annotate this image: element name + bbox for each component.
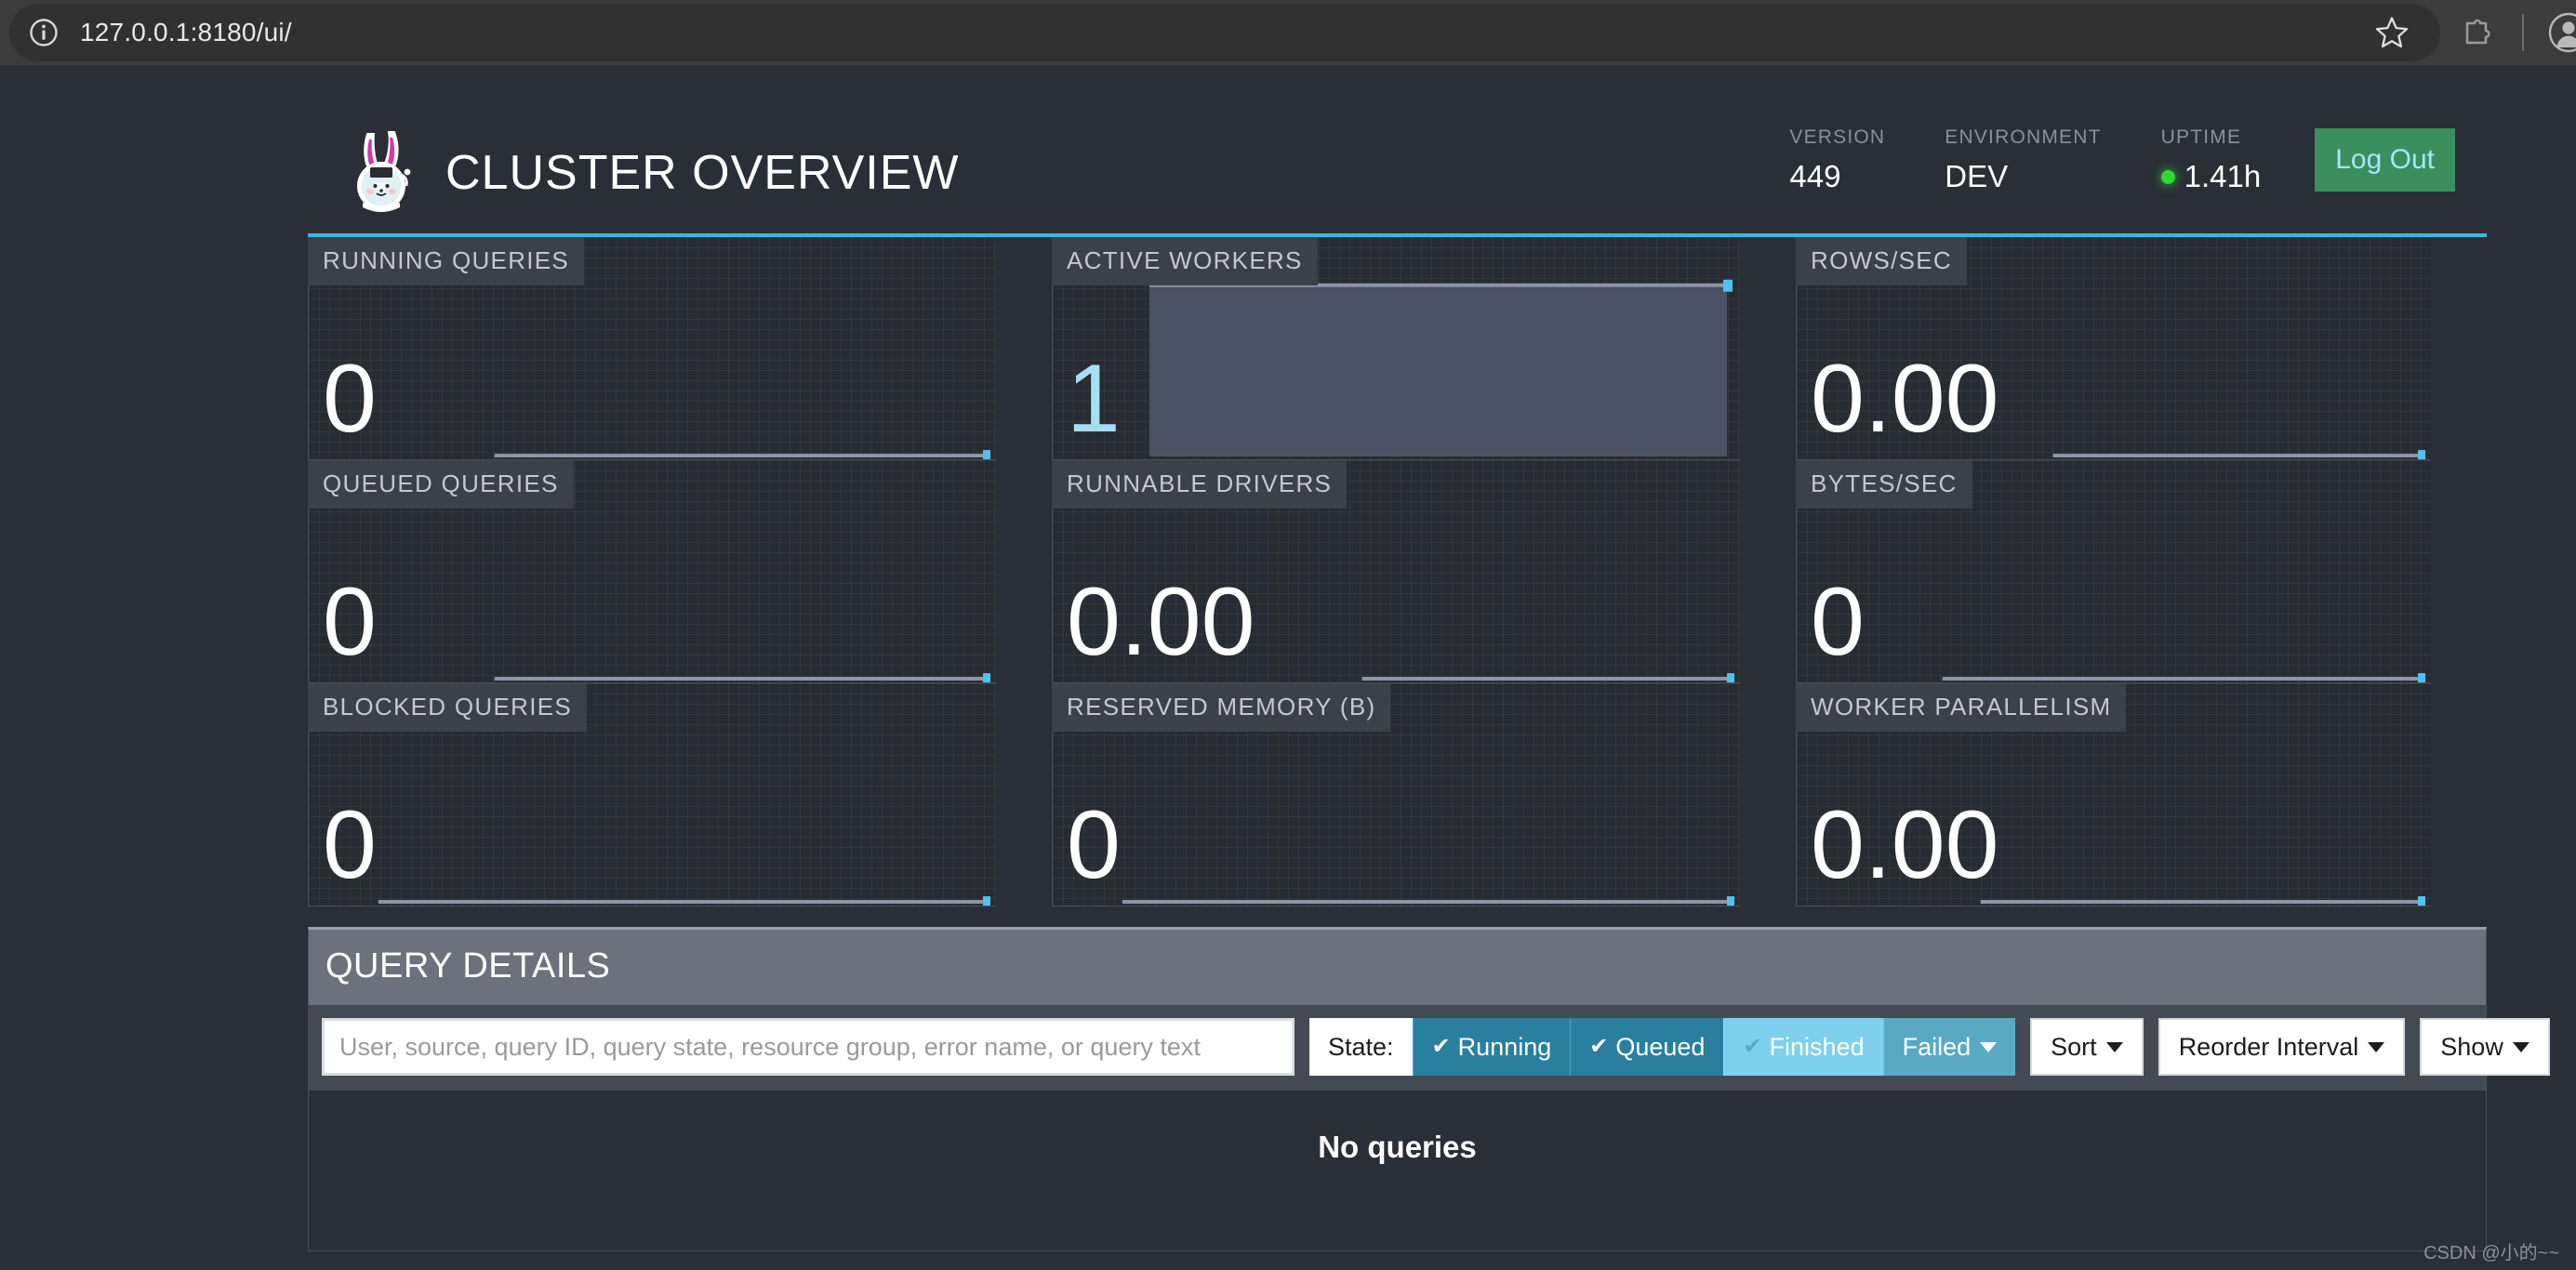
watermark: CSDN @小的~~ [2423,1237,2559,1264]
reorder-interval-dropdown[interactable]: Reorder Interval [2158,1018,2406,1076]
stat-card-title: ACTIVE WORKERS [1052,237,1318,285]
state-filter-queued[interactable]: ✔ Queued [1570,1018,1723,1076]
chrome-toolbar-right [2437,0,2576,65]
show-dropdown[interactable]: Show [2420,1018,2550,1076]
stat-card-title: RUNNING QUERIES [308,237,584,285]
stat-card-value: 1 [1067,351,1121,447]
chevron-down-icon [2368,1042,2384,1052]
stat-card-rows-per-sec: ROWS/SEC 0.00 [1796,237,2487,460]
check-icon: ✔ [1432,1018,1451,1076]
header-stat-value: DEV [1945,159,2101,194]
state-filter-label: State: [1309,1018,1413,1076]
stat-card-title: RESERVED MEMORY (B) [1052,683,1390,732]
uptime-text: 1.41h [2184,159,2262,194]
query-list-body: No queries [309,1091,2486,1250]
chevron-down-icon [2513,1042,2530,1052]
stat-card-value: 0 [1067,797,1121,893]
stat-card-value: 0.00 [1067,574,1255,670]
page-title: CLUSTER OVERVIEW [445,145,959,201]
stat-card-worker-parallelism: WORKER PARALLELISM 0.00 [1796,683,2487,906]
stat-card-title: BYTES/SEC [1796,460,1972,509]
search-input[interactable] [322,1018,1295,1076]
cluster-header: CLUSTER OVERVIEW VERSION 449 ENVIRONMENT… [308,65,2487,237]
stat-card-runnable-drivers: RUNNABLE DRIVERS 0.00 [1052,460,1796,683]
stat-card-title: BLOCKED QUERIES [308,683,587,732]
query-details-title: QUERY DETAILS [325,946,2469,986]
header-stat-environment: ENVIRONMENT DEV [1945,126,2101,194]
state-filter-finished[interactable]: ✔ Finished [1723,1018,1882,1076]
trino-bunny-astronaut-logo [346,128,417,218]
state-filter-failed-label: Failed [1903,1018,1972,1076]
page-body: CLUSTER OVERVIEW VERSION 449 ENVIRONMENT… [0,65,2576,1270]
stat-card-reserved-memory: RESERVED MEMORY (B) 0 [1052,683,1796,906]
query-details-panel: QUERY DETAILS State: ✔ Running ✔ Queued … [308,927,2487,1251]
stat-card-running-queries: RUNNING QUERIES 0 [308,237,1052,460]
header-stat-label: VERSION [1789,126,1885,149]
profile-avatar[interactable] [2548,12,2576,53]
bookmark-star-icon[interactable] [2373,14,2410,51]
stat-card-value: 0 [323,797,377,893]
stat-card-queued-queries: QUEUED QUERIES 0 [308,460,1052,683]
header-stat-value: 449 [1789,159,1885,194]
stat-card-value: 0 [1811,574,1865,670]
sort-dropdown-label: Sort [2051,1018,2097,1076]
state-filter-group: State: ✔ Running ✔ Queued ✔ Finished Fa [1309,1018,2015,1076]
stat-card-value: 0 [323,574,377,670]
state-filter-queued-label: Queued [1615,1018,1705,1076]
stat-card-blocked-queries: BLOCKED QUERIES 0 [308,683,1052,906]
status-online-dot-icon [2161,170,2175,184]
state-filter-failed[interactable]: Failed [1883,1018,2016,1076]
header-stat-version: VERSION 449 [1789,126,1885,194]
stat-card-value: 0.00 [1811,351,1998,447]
stat-card-title: ROWS/SEC [1796,237,1967,285]
stat-card-title: WORKER PARALLELISM [1796,683,2126,732]
state-filter-running-label: Running [1458,1018,1552,1076]
stat-card-title: QUEUED QUERIES [308,460,574,509]
stat-card-title: RUNNABLE DRIVERS [1052,460,1347,509]
header-stat-label: ENVIRONMENT [1945,126,2101,149]
content-container: CLUSTER OVERVIEW VERSION 449 ENVIRONMENT… [308,65,2487,1251]
show-dropdown-label: Show [2440,1018,2503,1076]
browser-chrome: 127.0.0.1:8180/ui/ [0,0,2576,65]
chevron-down-icon [2106,1042,2123,1052]
reorder-interval-dropdown-label: Reorder Interval [2179,1018,2359,1076]
puzzle-extensions-icon[interactable] [2457,13,2496,52]
header-stat-label: UPTIME [2161,126,2262,149]
log-out-button[interactable]: Log Out [2315,128,2455,192]
query-details-header: QUERY DETAILS [309,930,2486,1005]
info-circle-icon[interactable] [28,17,60,48]
header-stat-value-uptime: 1.41h [2161,159,2262,194]
stat-card-value: 0 [323,351,377,447]
stat-card-grid: RUNNING QUERIES 0 ACTIVE WORKERS 1 [308,237,2487,906]
state-filter-running[interactable]: ✔ Running [1413,1018,1571,1076]
header-status-group: VERSION 449 ENVIRONMENT DEV UPTIME 1.41h… [1789,126,2455,194]
stat-card-bytes-per-sec: BYTES/SEC 0 [1796,460,2487,683]
stat-card-value: 0.00 [1811,797,1998,893]
address-bar-url: 127.0.0.1:8180/ui/ [80,18,292,47]
query-filter-bar: State: ✔ Running ✔ Queued ✔ Finished Fa [309,1005,2486,1091]
chevron-down-icon [1980,1042,1997,1052]
stat-card-active-workers: ACTIVE WORKERS 1 [1052,237,1796,460]
check-icon: ✔ [1589,1018,1608,1076]
address-bar[interactable]: 127.0.0.1:8180/ui/ [9,4,2440,61]
header-stat-uptime: UPTIME 1.41h [2161,126,2262,194]
sort-dropdown[interactable]: Sort [2030,1018,2144,1076]
toolbar-divider [2522,14,2524,51]
state-filter-finished-label: Finished [1770,1018,1865,1076]
check-icon: ✔ [1743,1018,1761,1076]
brand: CLUSTER OVERVIEW [346,128,959,218]
empty-state-message: No queries [1318,1130,1477,1165]
